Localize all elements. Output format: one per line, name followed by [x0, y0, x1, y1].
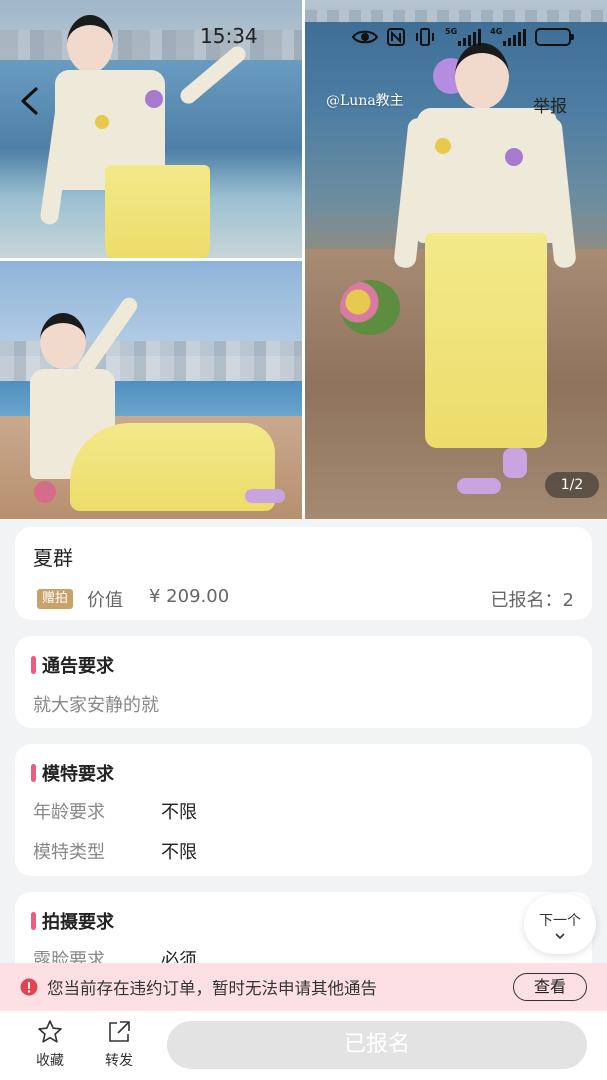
favorite-button[interactable]: 收藏: [25, 1019, 75, 1070]
section-header: 模特要求: [31, 760, 114, 786]
photo-gallery[interactable]: 15:34 5G 4G @Luna教主 举报 1/2: [0, 0, 607, 520]
back-button[interactable]: [14, 86, 44, 116]
violation-warning-bar: 您当前存在违约订单，暂时无法申请其他通告 查看: [0, 963, 607, 1011]
section-accent-bar: [31, 764, 36, 782]
model-figure: [30, 294, 300, 516]
nfc-icon: [387, 28, 405, 46]
section-header: 拍摄要求: [31, 908, 114, 934]
status-icons: 5G 4G: [352, 24, 575, 50]
bottom-action-bar: 收藏 转发 已报名: [0, 1011, 607, 1080]
section-accent-bar: [31, 912, 36, 930]
signup-count: 已报名：2: [490, 590, 574, 611]
warning-text: 您当前存在违约订单，暂时无法申请其他通告: [47, 979, 377, 998]
next-label: 下一个: [539, 913, 581, 929]
flower-bouquet: [340, 280, 400, 335]
alert-icon: [20, 978, 38, 996]
author-watermark: @Luna教主: [326, 93, 404, 109]
requirement-row: 模特类型 不限: [33, 838, 197, 864]
page-indicator: 1/2: [545, 472, 599, 498]
event-summary-card: 夏群 赠拍 价值 ¥ 209.00 已报名：2: [15, 527, 592, 620]
favorite-label: 收藏: [36, 1053, 64, 1069]
section-title: 通告要求: [42, 656, 114, 677]
requirement-value: 不限: [161, 842, 197, 863]
gift-badge: 赠拍: [37, 589, 74, 609]
model-requirements-card: 模特要求 年龄要求 不限 模特类型 不限: [15, 744, 592, 876]
share-button[interactable]: 转发: [94, 1019, 144, 1070]
report-button[interactable]: 举报: [533, 92, 567, 117]
star-icon: [38, 1020, 62, 1043]
requirement-row: 年龄要求 不限: [33, 798, 197, 824]
value-label: 价值: [87, 590, 123, 611]
vibrate-icon: [414, 28, 436, 46]
model-figure: [39, 15, 255, 258]
gallery-photo-2[interactable]: [0, 261, 302, 519]
value-amount: ¥ 209.00: [149, 586, 230, 607]
signal-4g-icon: 4G: [490, 28, 527, 46]
back-arrow-icon: [21, 87, 38, 115]
chevron-down-icon: [555, 933, 565, 940]
notice-text: 就大家安静的就: [33, 695, 159, 716]
section-header: 通告要求: [31, 652, 114, 678]
status-time: 15:34: [200, 24, 258, 48]
next-item-button[interactable]: 下一个: [524, 894, 596, 954]
section-title: 拍摄要求: [42, 912, 114, 933]
signed-up-button[interactable]: 已报名: [167, 1021, 587, 1069]
requirement-key: 年龄要求: [33, 802, 105, 823]
section-title: 模特要求: [42, 764, 114, 785]
requirement-key: 模特类型: [33, 842, 105, 863]
section-accent-bar: [31, 656, 36, 674]
requirement-value: 不限: [161, 802, 197, 823]
eye-icon: [352, 29, 378, 45]
share-label: 转发: [105, 1053, 133, 1069]
view-violation-button[interactable]: 查看: [513, 973, 587, 1001]
notice-requirements-card: 通告要求 就大家安静的就: [15, 636, 592, 728]
signal-5g-icon: 5G: [445, 28, 482, 46]
event-title: 夏群: [33, 546, 73, 570]
battery-icon: [535, 28, 575, 46]
share-icon: [109, 1021, 130, 1042]
gallery-photo-3[interactable]: [305, 0, 607, 519]
